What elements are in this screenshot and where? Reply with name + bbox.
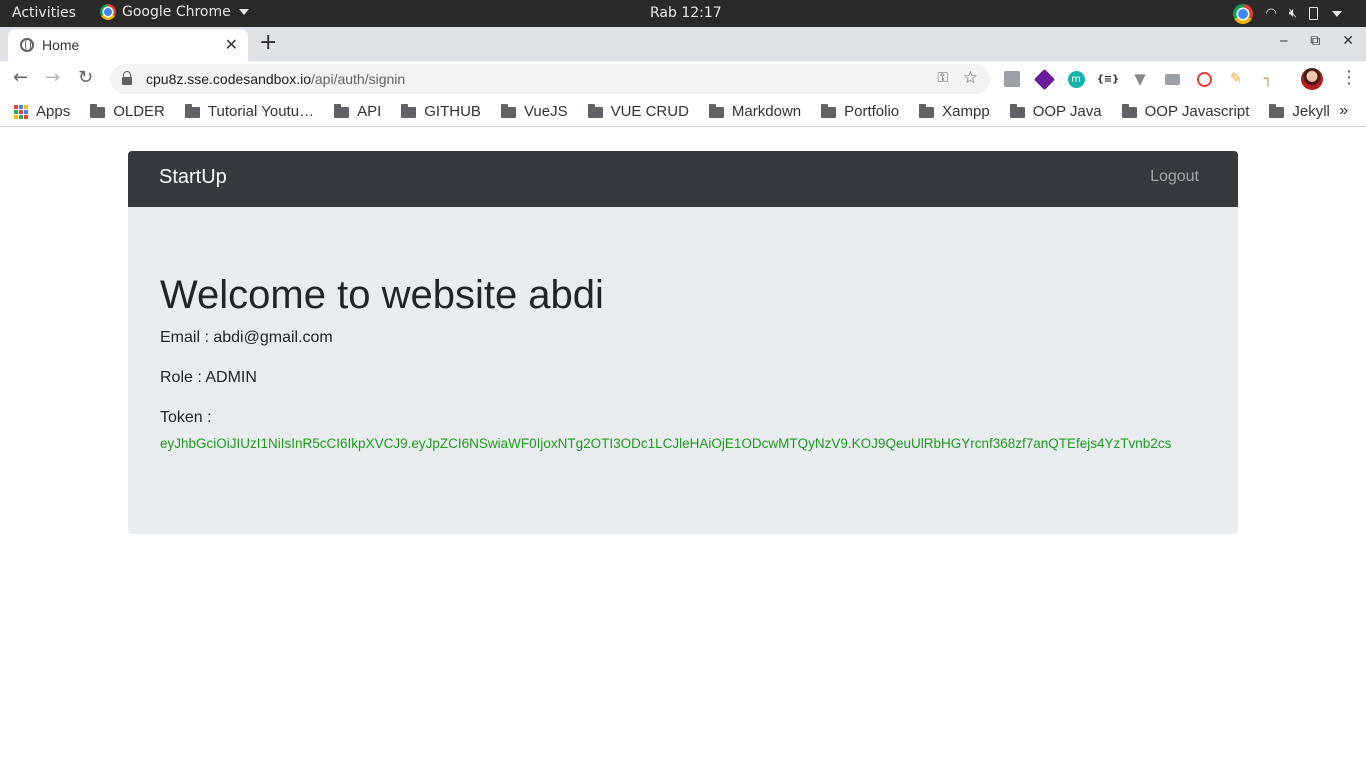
folder-icon: [821, 104, 837, 118]
bookmark-label: Tutorial Youtu…: [207, 103, 315, 120]
token-value: eyJhbGciOiJIUzI1NiIsInR5cCI6IkpXVCJ9.eyJ…: [160, 436, 1172, 451]
bookmark-api[interactable]: API: [334, 103, 381, 120]
close-window-icon[interactable]: ✕: [1342, 33, 1354, 49]
bookmark-older[interactable]: OLDER: [90, 103, 165, 120]
folder-icon: [1269, 104, 1285, 118]
extension-m-icon[interactable]: m: [1066, 69, 1086, 89]
logout-link[interactable]: Logout: [1150, 168, 1199, 186]
folder-icon: [587, 104, 603, 118]
bookmark-label: Apps: [36, 103, 71, 120]
system-tray[interactable]: ◠ 🔇︎: [1233, 3, 1342, 24]
system-menu-chevron-icon[interactable]: [1332, 10, 1342, 17]
bookmark-vuejs[interactable]: VueJS: [500, 103, 568, 120]
chrome-icon: [100, 4, 116, 20]
bookmark-label: OLDER: [113, 103, 165, 120]
bookmark-label: VueJS: [523, 103, 568, 120]
bookmark-vue-crud[interactable]: VUE CRUD: [587, 103, 689, 120]
wifi-icon[interactable]: ◠: [1265, 6, 1276, 21]
window-controls: ‒ ⧉ ✕: [1279, 33, 1354, 49]
restore-icon[interactable]: ⧉: [1310, 33, 1320, 49]
bookmark-label: Xampp: [942, 103, 990, 120]
bookmark-label: API: [357, 103, 382, 120]
volume-muted-icon[interactable]: 🔇︎: [1289, 6, 1297, 21]
extension-ruler-icon[interactable]: ┐: [1258, 69, 1278, 89]
bookmark-label: OOP Java: [1032, 103, 1102, 120]
system-top-bar: Activities Google Chrome Rab 12:17 ◠ 🔇︎: [0, 0, 1366, 27]
folder-icon: [1009, 104, 1025, 118]
extension-spiral-icon[interactable]: [1194, 69, 1214, 89]
tab-home[interactable]: Home ✕: [8, 29, 248, 61]
bookmark-label: GITHUB: [424, 103, 481, 120]
new-tab-button[interactable]: +: [259, 30, 277, 56]
url-text[interactable]: cpu8z.sse.codesandbox.io/api/auth/signin: [146, 71, 405, 87]
chevron-down-icon: [238, 9, 249, 15]
back-arrow-icon[interactable]: ←: [13, 67, 28, 88]
bookmark-star-icon[interactable]: ☆: [963, 68, 978, 88]
tab-title: Home: [42, 37, 80, 53]
key-icon[interactable]: ⚿: [937, 70, 948, 86]
bookmarks-bar: Apps OLDER Tutorial Youtu… API GITHUB Vu…: [0, 97, 1366, 127]
bookmark-markdown[interactable]: Markdown: [708, 103, 802, 120]
role-text: Role : ADMIN: [160, 369, 257, 386]
extension-vue-icon[interactable]: ▼: [1130, 69, 1150, 89]
bookmark-label: Markdown: [731, 103, 802, 120]
folder-icon: [500, 104, 516, 118]
forward-arrow-icon[interactable]: →: [45, 67, 60, 88]
chrome-indicator-icon[interactable]: [1233, 3, 1254, 24]
extension-cube-icon[interactable]: [1033, 68, 1055, 90]
app-menu[interactable]: Google Chrome: [100, 4, 249, 20]
extension-camera-icon[interactable]: [1162, 69, 1182, 89]
bookmark-github[interactable]: GITHUB: [401, 103, 481, 120]
bookmark-oop-javascript[interactable]: OOP Javascript: [1121, 103, 1250, 120]
token-label: Token :: [160, 409, 212, 426]
brand-link[interactable]: StartUp: [159, 166, 227, 189]
battery-icon[interactable]: [1309, 7, 1318, 20]
folder-icon: [334, 104, 350, 118]
folder-icon: [708, 104, 724, 118]
globe-icon: [20, 38, 34, 52]
bookmark-label: Portfolio: [844, 103, 900, 120]
activities-button[interactable]: Activities: [12, 5, 76, 21]
bookmark-label: Jekyll: [1292, 103, 1330, 120]
extension-json-icon[interactable]: {≡}: [1097, 69, 1120, 89]
more-bookmarks-icon[interactable]: »: [1339, 102, 1348, 120]
welcome-panel: Welcome to website abdi Email : abdi@gma…: [128, 207, 1238, 534]
page-title: Welcome to website abdi: [160, 273, 604, 317]
tab-strip: Home ✕ + ‒ ⧉ ✕: [0, 27, 1366, 61]
email-text: Email : abdi@gmail.com: [160, 329, 333, 346]
bookmark-label: VUE CRUD: [610, 103, 689, 120]
extension-tab-icon[interactable]: [1002, 69, 1022, 89]
minimize-icon[interactable]: ‒: [1279, 33, 1288, 49]
bookmark-portfolio[interactable]: Portfolio: [821, 103, 899, 120]
folder-icon: [184, 104, 200, 118]
extension-brush-icon[interactable]: ✎: [1226, 69, 1246, 89]
bookmark-xampp[interactable]: Xampp: [919, 103, 990, 120]
browser-toolbar: ← → ↻ cpu8z.sse.codesandbox.io/api/auth/…: [0, 61, 1366, 97]
folder-icon: [1121, 104, 1137, 118]
address-bar[interactable]: cpu8z.sse.codesandbox.io/api/auth/signin…: [110, 64, 990, 94]
bookmark-oop-java[interactable]: OOP Java: [1009, 103, 1102, 120]
folder-icon: [90, 104, 106, 118]
lock-icon[interactable]: [122, 71, 132, 85]
site-navbar: StartUp Logout: [128, 151, 1238, 207]
bookmark-jekyll[interactable]: Jekyll: [1269, 103, 1330, 120]
profile-avatar[interactable]: [1301, 68, 1323, 90]
page-content: StartUp Logout Welcome to website abdi E…: [0, 128, 1366, 768]
more-menu-icon[interactable]: ⋮: [1340, 67, 1358, 88]
app-menu-label: Google Chrome: [122, 4, 231, 20]
reload-icon[interactable]: ↻: [78, 67, 93, 88]
bookmark-tutorial-youtube[interactable]: Tutorial Youtu…: [184, 103, 315, 120]
apps-grid-icon: [14, 104, 28, 119]
close-tab-icon[interactable]: ✕: [225, 35, 238, 54]
bookmark-label: OOP Javascript: [1144, 103, 1250, 120]
extensions-area: m {≡} ▼ ✎ ┐: [1002, 68, 1278, 90]
folder-icon: [401, 104, 417, 118]
bookmark-apps[interactable]: Apps: [14, 103, 70, 120]
folder-icon: [919, 104, 935, 118]
clock[interactable]: Rab 12:17: [650, 5, 722, 21]
